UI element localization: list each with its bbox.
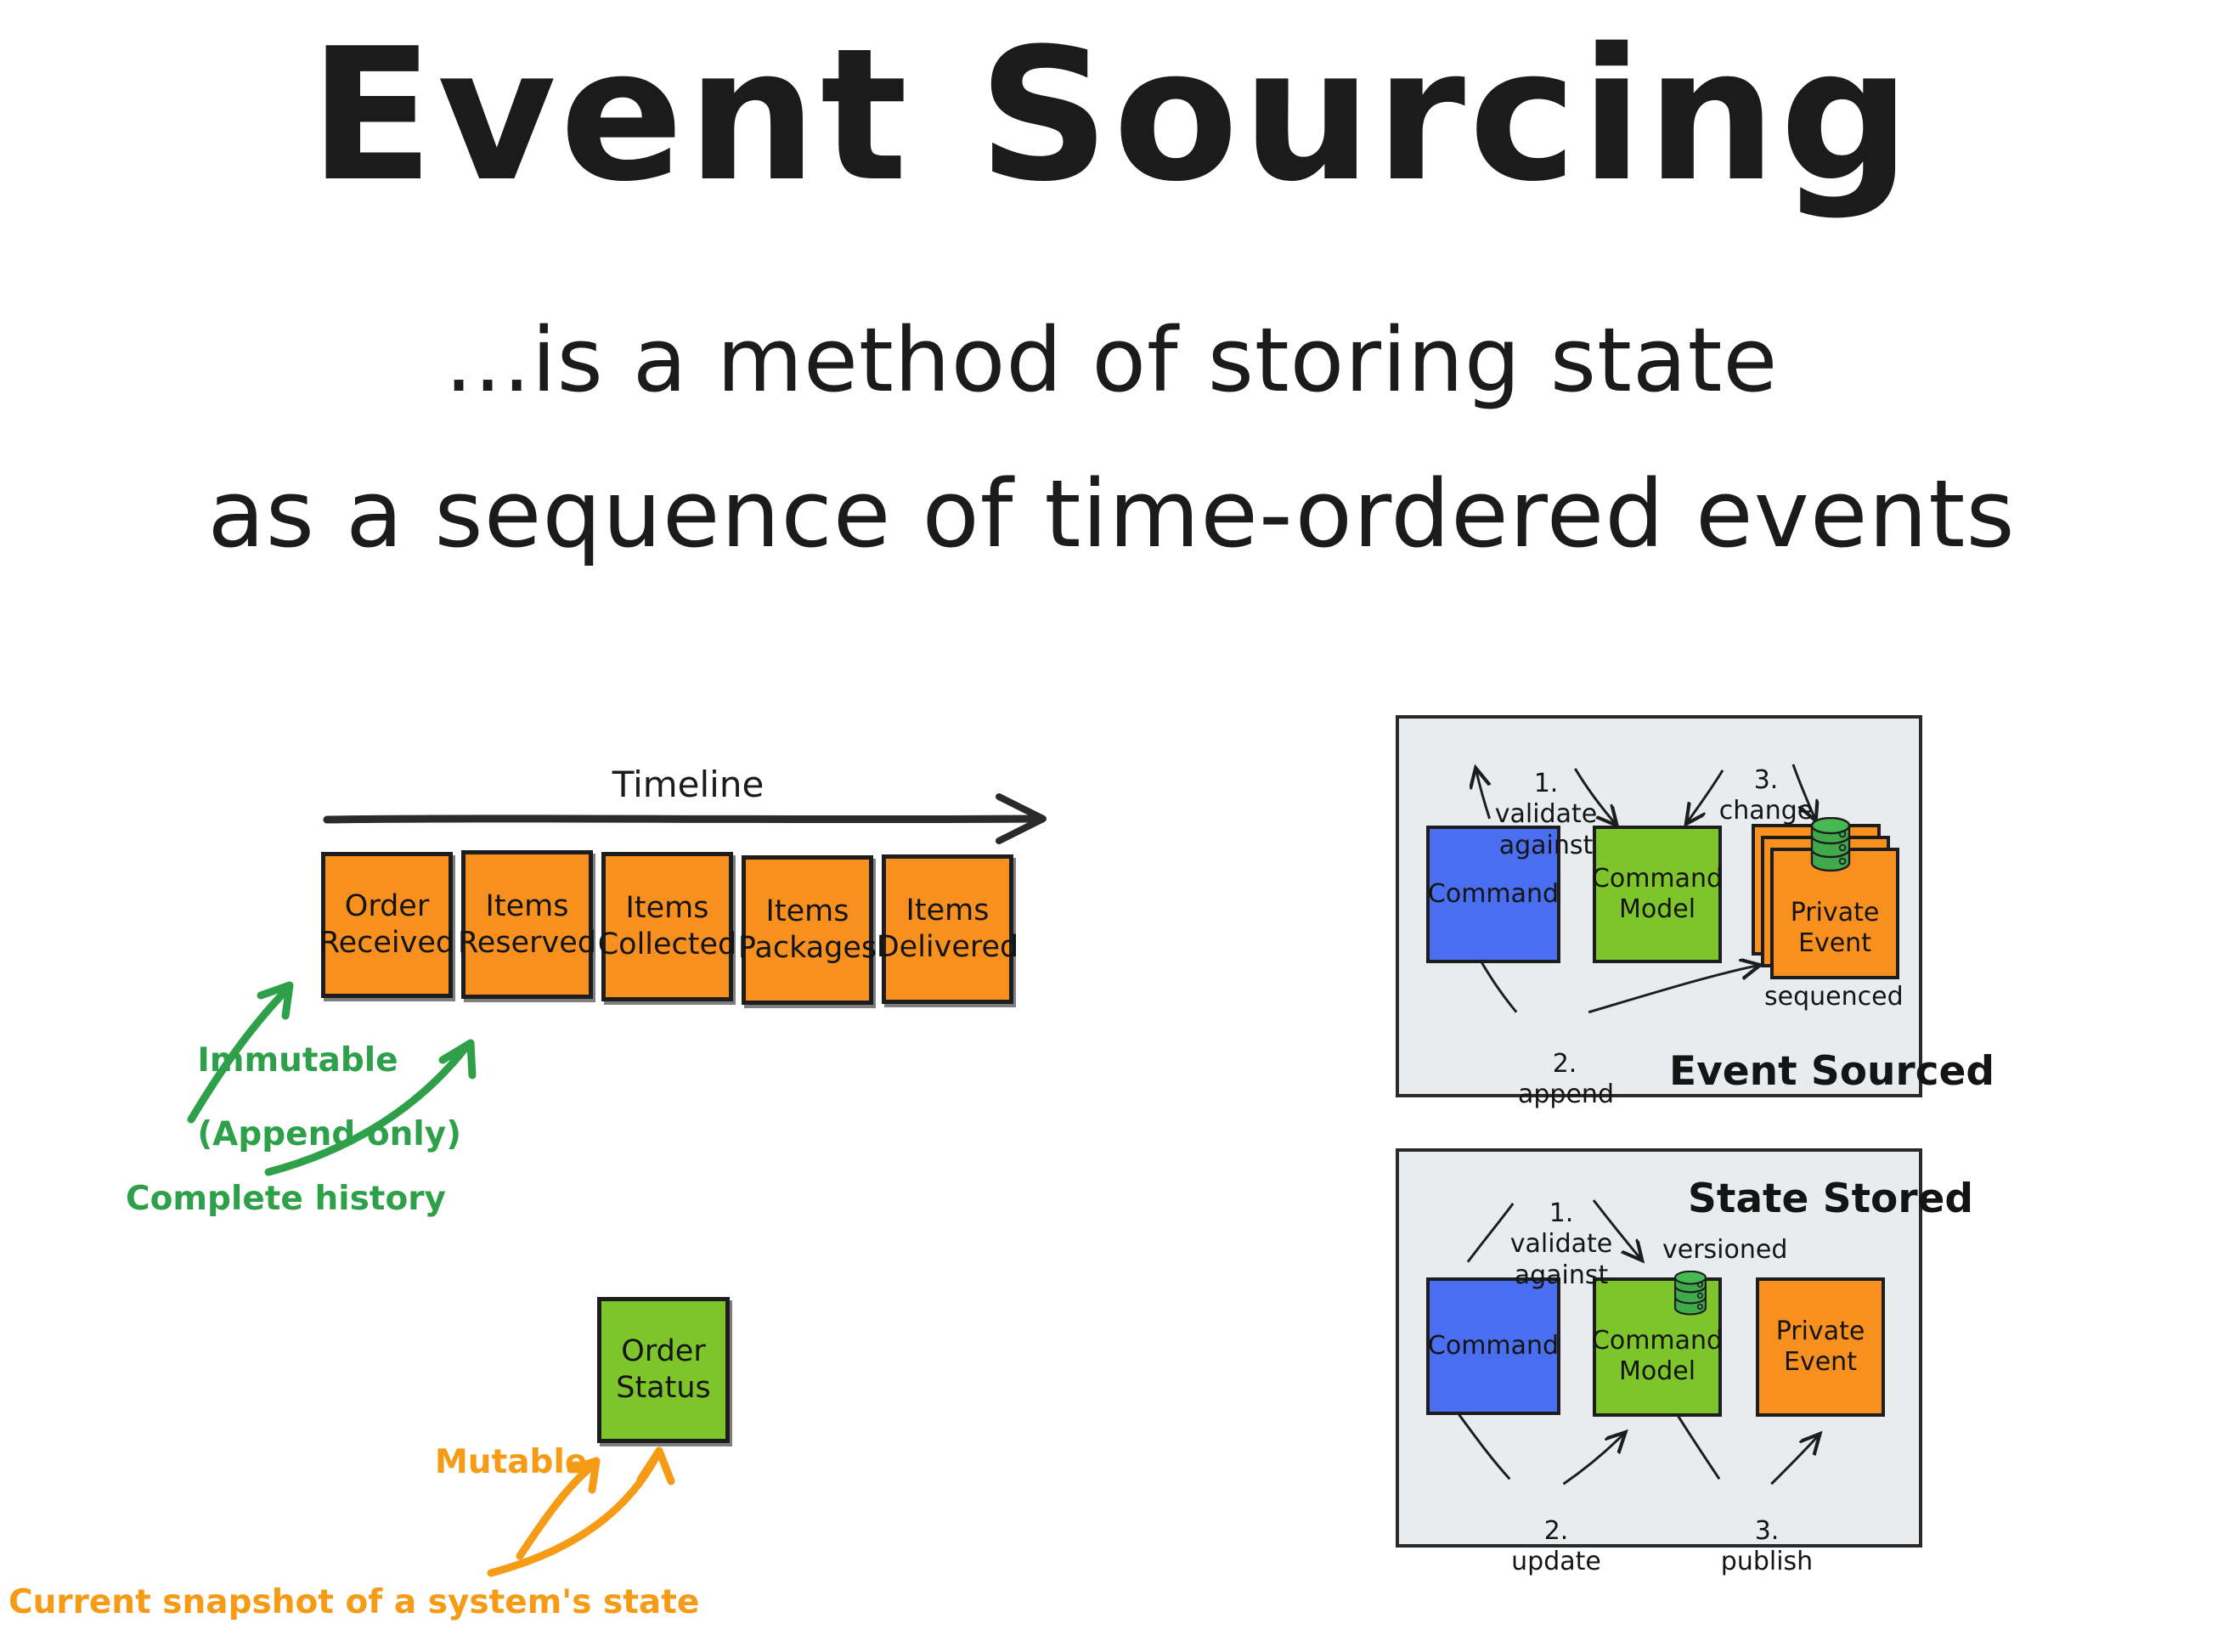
step-1-label: 1. validate against bbox=[1491, 737, 1601, 861]
event-label-line2: Collected bbox=[597, 927, 737, 961]
node-command: Command bbox=[1426, 1277, 1560, 1415]
note-sequenced: sequenced bbox=[1764, 982, 1904, 1012]
note-versioned: versioned bbox=[1662, 1235, 1788, 1265]
node-private-event-label: Private Event bbox=[1790, 897, 1880, 958]
step-3-number: 3. bbox=[1754, 1515, 1780, 1546]
panel-event-sourced: Command Command Model Private Event 1. v… bbox=[1396, 715, 1994, 1109]
event-box: Items Delivered bbox=[877, 854, 1018, 1004]
step-2-number: 2. bbox=[1543, 1515, 1569, 1546]
annotation-current-snapshot: Current snapshot of a system's state bbox=[8, 1583, 700, 1621]
step-3-text: change bbox=[1718, 796, 1814, 826]
step-2-text: update bbox=[1511, 1547, 1601, 1577]
event-label-line1: Items bbox=[625, 891, 709, 926]
step-2-text: append bbox=[1518, 1080, 1614, 1110]
step-1-number: 1. bbox=[1549, 1198, 1574, 1228]
step-3-label: 3. publish bbox=[1720, 1485, 1814, 1578]
node-command-label: Command bbox=[1427, 1331, 1560, 1361]
event-label-line1: Items bbox=[906, 894, 990, 928]
event-label-line1: Items bbox=[765, 894, 849, 929]
node-private-event-label: Private Event bbox=[1775, 1317, 1865, 1377]
order-status-line2: Status bbox=[616, 1371, 711, 1405]
annotation-immutable-line1: Immutable bbox=[197, 1040, 398, 1080]
annotation-mutable: Mutable bbox=[435, 1443, 588, 1481]
step-3-number: 3. bbox=[1753, 764, 1779, 795]
event-box: Items Packages bbox=[738, 855, 877, 1005]
step-1-text: validate against bbox=[1509, 1229, 1613, 1290]
event-label-line2: Received bbox=[319, 926, 455, 960]
subtitle-line-2: as a sequence of time-ordered events bbox=[207, 460, 2016, 568]
step-1-number: 1. bbox=[1533, 768, 1559, 798]
step-3-text: publish bbox=[1720, 1547, 1814, 1577]
order-status-box: Order Status bbox=[597, 1297, 730, 1443]
node-private-event: Private Event bbox=[1756, 1277, 1885, 1417]
step-2-label: 2. update bbox=[1509, 1485, 1603, 1578]
event-label-line2: Packages bbox=[737, 931, 877, 965]
node-command-model: Command Model bbox=[1591, 826, 1724, 963]
node-command-model-label: Command Model bbox=[1591, 1326, 1724, 1386]
event-label-line2: Reserved bbox=[458, 925, 596, 960]
panel-state-stored: Command Command Model Private Event 1. va… bbox=[1396, 1148, 1973, 1576]
annotation-complete-history: Complete history bbox=[126, 1180, 446, 1218]
step-2-label: 2. append bbox=[1518, 1018, 1614, 1111]
step-1-text: validate against bbox=[1494, 799, 1598, 860]
diagram-canvas: Event Sourcing ...is a method of storing… bbox=[0, 0, 2223, 1652]
node-command-model-label: Command Model bbox=[1591, 864, 1724, 924]
order-status-line1: Order bbox=[621, 1334, 706, 1369]
event-label-line1: Order bbox=[344, 889, 430, 924]
node-command-label: Command bbox=[1427, 879, 1560, 909]
panel-event-sourced-title: Event Sourced bbox=[1669, 1048, 1995, 1095]
database-icon bbox=[1673, 1271, 1707, 1316]
event-box: Items Collected bbox=[598, 852, 736, 1001]
step-1-label: 1. validate against bbox=[1506, 1167, 1616, 1291]
event-box: Items Reserved bbox=[458, 850, 596, 999]
subtitle-line-1: ...is a method of storing state bbox=[444, 308, 1779, 412]
event-box: Order Received bbox=[319, 852, 455, 998]
timeline-label: Timeline bbox=[612, 764, 765, 805]
step-2-number: 2. bbox=[1552, 1048, 1577, 1079]
step-3-label: 3. change bbox=[1715, 734, 1817, 827]
annotation-immutable: Immutable (Append only) bbox=[151, 1005, 461, 1190]
annotation-immutable-line2: (Append only) bbox=[197, 1115, 462, 1154]
event-label-line2: Delivered bbox=[876, 930, 1019, 964]
page-title: Event Sourcing bbox=[308, 8, 1915, 222]
panel-state-stored-title: State Stored bbox=[1688, 1176, 1974, 1222]
event-label-line1: Items bbox=[485, 888, 569, 923]
